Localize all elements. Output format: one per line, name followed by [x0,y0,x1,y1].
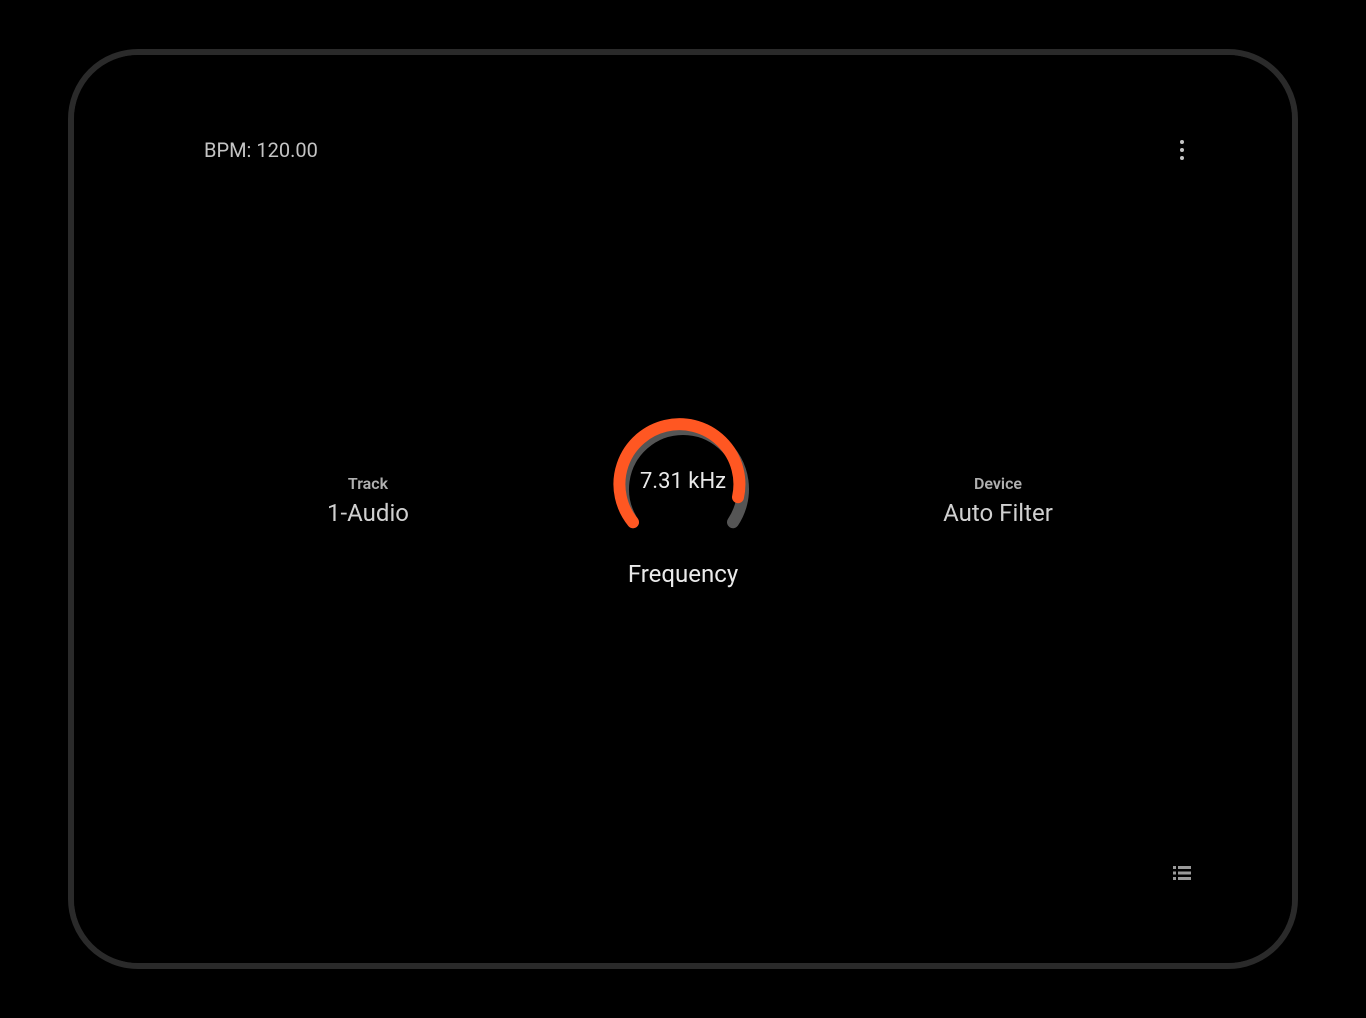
main-content: Track 1-Audio 7.31 kHz Frequency Device … [74,412,1292,588]
bpm-readout[interactable]: BPM: 120.00 [204,138,318,162]
knob-label: Frequency [628,560,738,588]
top-bar: BPM: 120.00 [204,130,1202,170]
knob-value: 7.31 kHz [640,469,726,494]
track-value: 1-Audio [278,499,458,527]
track-selector[interactable]: Track 1-Audio [278,474,458,527]
device-selector[interactable]: Device Auto Filter [908,474,1088,527]
frequency-knob[interactable]: 7.31 kHz [608,412,758,542]
device-label: Device [908,474,1088,493]
parameter-knob-block: 7.31 kHz Frequency [608,412,758,588]
more-menu-button[interactable] [1162,130,1202,170]
device-value: Auto Filter [908,499,1088,527]
more-vertical-icon [1180,140,1184,160]
list-icon [1173,866,1191,880]
tablet-frame: BPM: 120.00 Track 1-Audio 7.31 kHz [68,49,1298,969]
list-view-button[interactable] [1162,853,1202,893]
track-label: Track [278,474,458,493]
app-screen: BPM: 120.00 Track 1-Audio 7.31 kHz [74,55,1292,963]
